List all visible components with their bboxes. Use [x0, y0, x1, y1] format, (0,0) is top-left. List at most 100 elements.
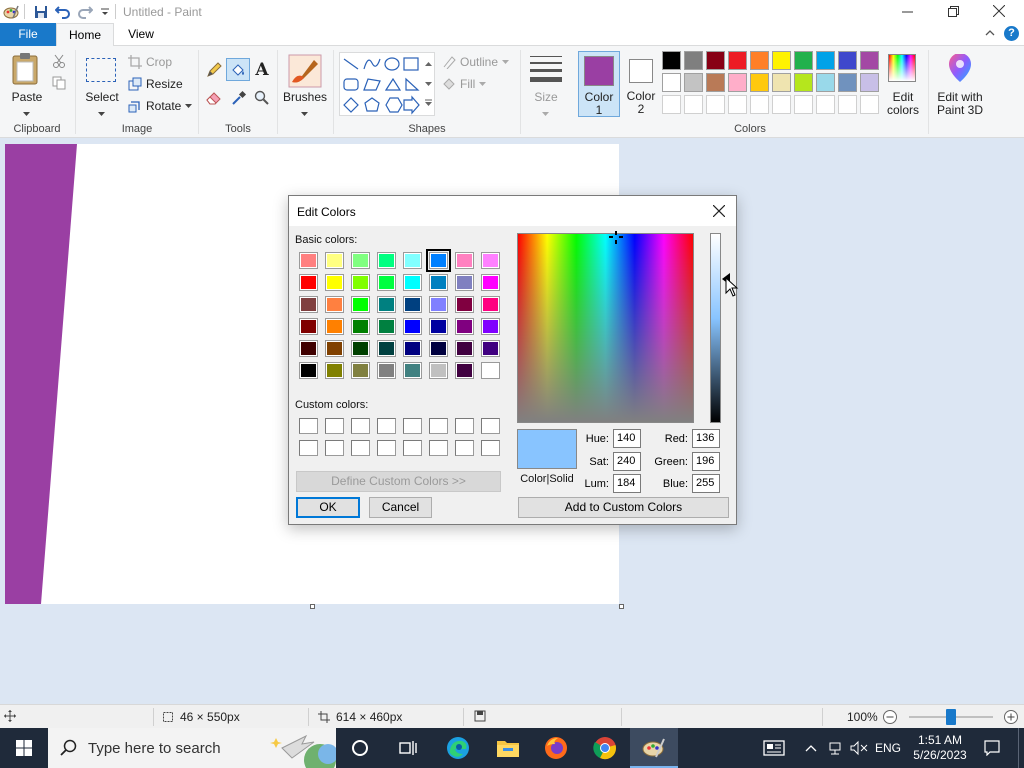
palette-empty-swatch[interactable]	[706, 95, 725, 114]
basic-color-swatch[interactable]	[455, 318, 474, 335]
palette-color-swatch[interactable]	[662, 51, 681, 70]
tab-view[interactable]: View	[114, 23, 168, 46]
language-indicator[interactable]: ENG	[872, 728, 904, 768]
custom-color-slot[interactable]	[377, 418, 396, 434]
palette-empty-swatch[interactable]	[684, 95, 703, 114]
basic-color-swatch[interactable]	[351, 318, 370, 335]
ok-button[interactable]: OK	[296, 497, 360, 518]
custom-color-slot[interactable]	[325, 418, 344, 434]
palette-color-swatch[interactable]	[728, 73, 747, 92]
sat-field[interactable]: 240	[613, 452, 641, 471]
shapes-scroll-down-icon[interactable]	[425, 76, 432, 90]
minimize-ribbon-icon[interactable]	[984, 27, 996, 42]
basic-color-swatch[interactable]	[351, 296, 370, 313]
select-button[interactable]: Select	[84, 54, 120, 116]
palette-empty-swatch[interactable]	[750, 95, 769, 114]
palette-empty-swatch[interactable]	[838, 95, 857, 114]
palette-color-swatch[interactable]	[706, 51, 725, 70]
basic-color-swatch[interactable]	[481, 296, 500, 313]
palette-color-swatch[interactable]	[860, 51, 879, 70]
palette-color-swatch[interactable]	[794, 73, 813, 92]
clock[interactable]: 1:51 AM 5/26/2023	[904, 728, 976, 768]
cancel-button[interactable]: Cancel	[369, 497, 432, 518]
custom-color-slot[interactable]	[351, 440, 370, 456]
basic-color-swatch[interactable]	[325, 296, 344, 313]
custom-color-slot[interactable]	[455, 440, 474, 456]
basic-color-swatch[interactable]	[403, 340, 422, 357]
palette-color-swatch[interactable]	[838, 51, 857, 70]
custom-color-slot[interactable]	[325, 440, 344, 456]
custom-color-slot[interactable]	[481, 418, 500, 434]
firefox-icon[interactable]	[532, 728, 580, 768]
luminance-slider[interactable]	[710, 233, 721, 423]
rotate-button[interactable]: Rotate	[128, 99, 193, 113]
add-to-custom-colors-button[interactable]: Add to Custom Colors	[518, 497, 729, 518]
shapes-gallery[interactable]	[339, 52, 435, 116]
palette-color-swatch[interactable]	[794, 51, 813, 70]
basic-color-swatch[interactable]	[377, 274, 396, 291]
undo-icon[interactable]	[54, 3, 72, 21]
custom-color-slot[interactable]	[481, 440, 500, 456]
chrome-icon[interactable]	[581, 728, 629, 768]
palette-empty-swatch[interactable]	[794, 95, 813, 114]
palette-empty-swatch[interactable]	[728, 95, 747, 114]
customize-toolbar-icon[interactable]	[96, 3, 114, 21]
close-button[interactable]	[976, 0, 1022, 23]
basic-color-swatch[interactable]	[299, 252, 318, 269]
custom-color-slot[interactable]	[403, 418, 422, 434]
palette-color-swatch[interactable]	[772, 73, 791, 92]
define-custom-colors-button[interactable]: Define Custom Colors >>	[296, 471, 501, 492]
palette-color-swatch[interactable]	[860, 73, 879, 92]
basic-color-swatch[interactable]	[299, 296, 318, 313]
basic-color-swatch[interactable]	[403, 252, 422, 269]
resize-handle-corner[interactable]	[619, 604, 624, 609]
green-field[interactable]: 196	[692, 452, 720, 471]
custom-color-slot[interactable]	[455, 418, 474, 434]
fill-bucket-icon[interactable]	[226, 58, 250, 81]
edit-colors-button[interactable]: Edit colors	[882, 52, 924, 118]
save-icon[interactable]	[32, 3, 50, 21]
custom-color-slot[interactable]	[429, 418, 448, 434]
basic-color-swatch[interactable]	[429, 296, 448, 313]
show-hidden-icons-icon[interactable]	[802, 728, 820, 768]
basic-color-swatch[interactable]	[325, 318, 344, 335]
palette-color-swatch[interactable]	[750, 51, 769, 70]
basic-color-swatch[interactable]	[377, 296, 396, 313]
edit-with-paint3d-button[interactable]: Edit with Paint 3D	[932, 52, 988, 118]
size-button[interactable]: Size	[526, 52, 566, 118]
basic-color-swatch[interactable]	[481, 340, 500, 357]
task-view-icon[interactable]	[384, 728, 432, 768]
redo-icon[interactable]	[76, 3, 94, 21]
basic-color-swatch[interactable]	[299, 340, 318, 357]
palette-color-swatch[interactable]	[816, 73, 835, 92]
basic-color-swatch[interactable]	[455, 340, 474, 357]
shapes-scroll-up-icon[interactable]	[425, 56, 432, 70]
network-icon[interactable]	[824, 728, 846, 768]
basic-color-swatch[interactable]	[403, 362, 422, 379]
basic-color-swatch[interactable]	[455, 274, 474, 291]
basic-color-swatch[interactable]	[325, 362, 344, 379]
dialog-close-button[interactable]	[702, 196, 736, 226]
eraser-icon[interactable]	[204, 88, 224, 108]
basic-color-swatch[interactable]	[351, 340, 370, 357]
palette-empty-swatch[interactable]	[662, 95, 681, 114]
basic-color-swatch[interactable]	[481, 252, 500, 269]
blue-field[interactable]: 255	[692, 474, 720, 493]
zoom-out-button[interactable]	[882, 709, 898, 725]
red-field[interactable]: 136	[692, 429, 720, 448]
palette-color-swatch[interactable]	[706, 73, 725, 92]
basic-color-swatch[interactable]	[481, 362, 500, 379]
basic-color-swatch[interactable]	[429, 362, 448, 379]
start-button[interactable]	[0, 728, 48, 768]
minimize-button[interactable]	[884, 0, 930, 23]
paint-app-icon[interactable]	[2, 3, 20, 21]
news-icon[interactable]	[758, 728, 790, 768]
basic-color-swatch[interactable]	[351, 274, 370, 291]
color2-button[interactable]: Color 2	[622, 51, 660, 117]
restore-button[interactable]	[930, 0, 976, 23]
copy-icon[interactable]	[52, 76, 66, 93]
palette-empty-swatch[interactable]	[772, 95, 791, 114]
palette-color-swatch[interactable]	[838, 73, 857, 92]
zoom-slider-thumb[interactable]	[946, 709, 956, 725]
basic-color-swatch[interactable]	[351, 252, 370, 269]
